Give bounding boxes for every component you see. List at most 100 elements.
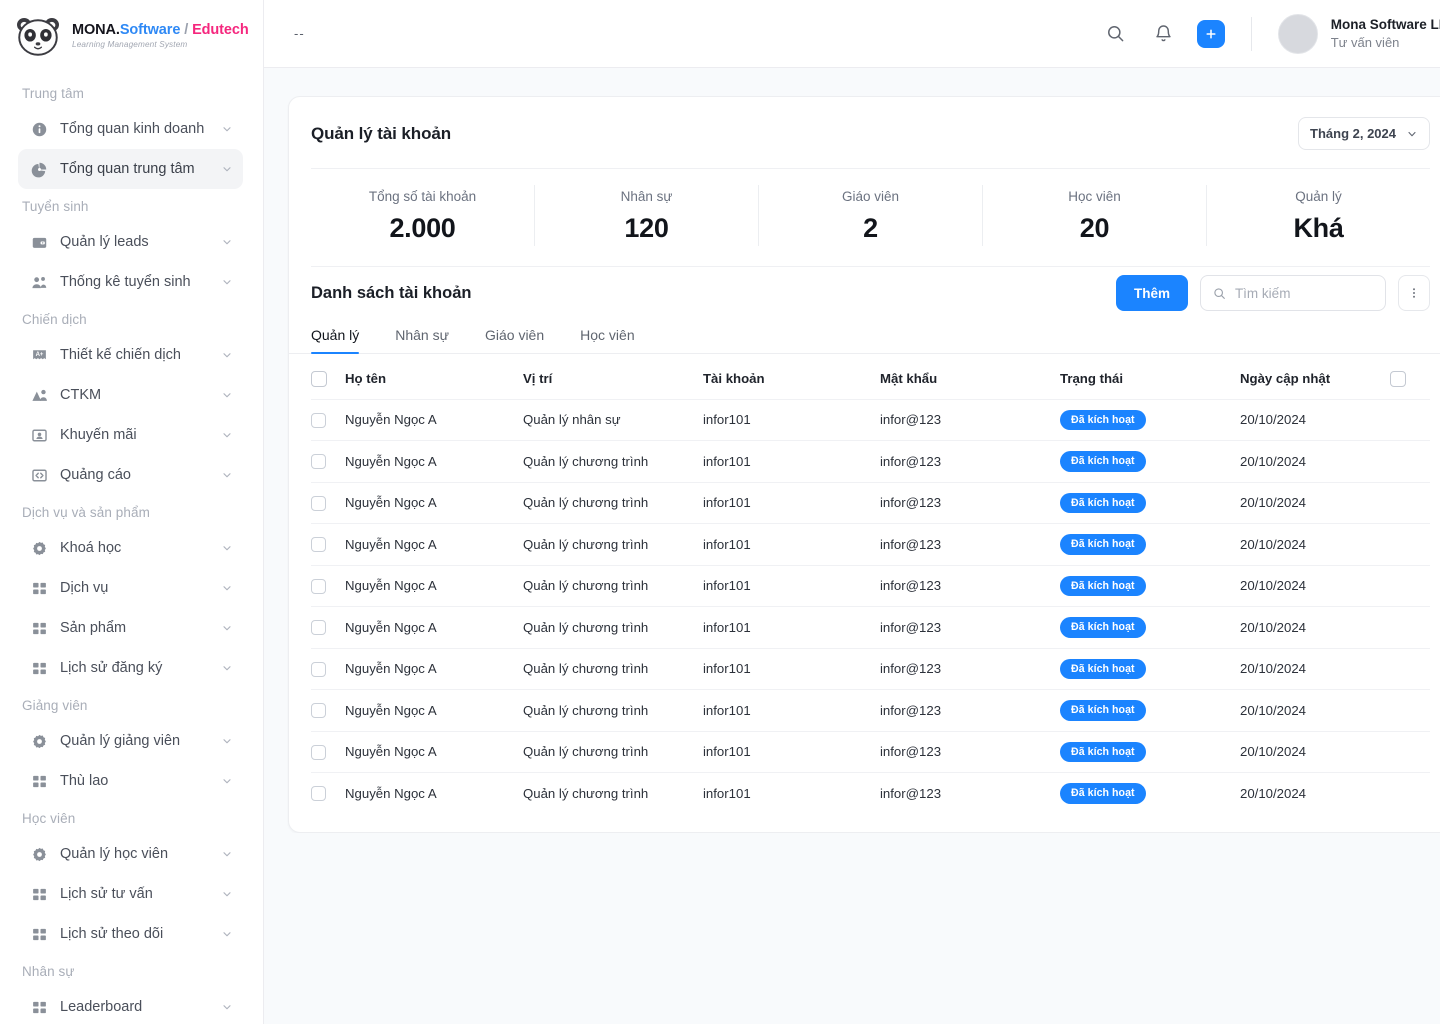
table-row[interactable]: Nguyễn Ngọc A Quản lý chương trình infor10…: [311, 772, 1430, 814]
table-row[interactable]: Nguyễn Ngọc A Quản lý chương trình infor10…: [311, 564, 1430, 607]
row-checkbox[interactable]: [311, 703, 326, 719]
row-checkbox[interactable]: [311, 537, 326, 553]
cell-row-end: [1390, 730, 1430, 773]
sidebar-item-ctkm[interactable]: CTKM: [18, 375, 243, 415]
sidebar-item-l-ch-s-theo-d-i[interactable]: Lịch sử theo dõi: [18, 914, 243, 954]
sidebar-item-l-ch-s-ng-k[interactable]: Lịch sử đăng ký: [18, 648, 243, 688]
notifications-button[interactable]: [1149, 19, 1179, 49]
grid-icon: [32, 888, 46, 900]
user-menu[interactable]: Mona Software LMS Tư vấn viên: [1276, 13, 1440, 54]
sidebar-item-t-ng-quan-trung-t-m[interactable]: Tổng quan trung tâm: [18, 149, 243, 189]
cell-row-end: [1390, 564, 1430, 607]
list-more-options-button[interactable]: [1398, 275, 1430, 311]
chevron-down-icon: [223, 852, 231, 857]
row-checkbox[interactable]: [311, 661, 326, 677]
sidebar-item-qu-ng-c-o[interactable]: Quảng cáo: [18, 455, 243, 495]
row-checkbox[interactable]: [311, 578, 326, 594]
sidebar-item-label: Lịch sử tư vấn: [60, 886, 153, 902]
cell-password: infor@123: [880, 730, 1060, 773]
stat-value: 120: [624, 213, 669, 243]
tab-h-c-vi-n[interactable]: Học viên: [580, 327, 634, 353]
bell-icon: [1156, 25, 1171, 42]
brand-mona: MONA.: [72, 21, 120, 38]
row-checkbox[interactable]: [311, 495, 326, 511]
cell-updated: 20/10/2024: [1240, 564, 1390, 607]
sidebar-item-label: Thù lao: [60, 773, 109, 789]
stat-card: Học viên 20: [983, 185, 1207, 246]
sidebar-group-title: Nhân sự: [22, 964, 75, 979]
cell-row-end: [1390, 772, 1430, 814]
row-checkbox[interactable]: [311, 786, 326, 802]
info-circle-icon: [30, 120, 48, 138]
topbar-divider: [1250, 16, 1252, 51]
megaphone-user-icon: [31, 389, 47, 401]
sidebar-item-qu-n-l-gi-ng-vi-n[interactable]: Quản lý giảng viên: [18, 721, 243, 761]
sidebar-group-title: Giảng viên: [22, 698, 88, 713]
table-row[interactable]: Nguyễn Ngọc A Quản lý chương trình infor10…: [311, 606, 1430, 649]
cell-account: infor101: [703, 647, 880, 690]
status-badge: Đã kích hoạt: [1060, 658, 1146, 680]
sidebar-item-qu-n-l-h-c-vi-n[interactable]: Quản lý học viên: [18, 834, 243, 874]
tab-nh-n-s[interactable]: Nhân sự: [395, 327, 449, 353]
tab-gi-o-vi-n[interactable]: Giáo viên: [485, 327, 544, 353]
add-account-button[interactable]: Thêm: [1115, 275, 1188, 311]
cell-row-end: [1390, 689, 1430, 732]
cell-updated: 20/10/2024: [1240, 481, 1390, 524]
search-input[interactable]: [1234, 285, 1373, 301]
app-root: MONA.Software / Edutech Learning Managem…: [0, 0, 1440, 1024]
select-all-checkbox[interactable]: [311, 370, 327, 387]
sidebar-item-t-ng-quan-kinh-doanh[interactable]: Tổng quan kinh doanh: [18, 109, 243, 149]
sidebar-item-label: Quản lý giảng viên: [60, 733, 181, 749]
sidebar-item-khuy-n-m-i[interactable]: Khuyến mãi: [18, 415, 243, 455]
table-row[interactable]: Nguyễn Ngọc A Quản lý chương trình infor10…: [311, 689, 1430, 732]
search-button[interactable]: [1101, 19, 1131, 49]
sidebar-item-label: Khoá học: [60, 540, 122, 556]
chevron-down-icon: [223, 393, 231, 398]
cell-account: infor101: [703, 689, 880, 732]
table-row[interactable]: Nguyễn Ngọc A Quản lý chương trình infor10…: [311, 481, 1430, 524]
search-field[interactable]: [1200, 275, 1386, 311]
sidebar-item-th-lao[interactable]: Thù lao: [18, 761, 243, 801]
sidebar-group-title: Trung tâm: [22, 86, 84, 101]
accounts-table: Họ tên Vị trí Tài khoản Mật khẩu Trạng thái N…: [311, 354, 1430, 814]
chevron-down-icon: [223, 353, 231, 358]
sidebar-item-l-ch-s-t-v-n[interactable]: Lịch sử tư vấn: [18, 874, 243, 914]
add-button[interactable]: [1196, 19, 1225, 48]
sidebar-item-qu-n-l-leads[interactable]: Quản lý leads: [18, 222, 243, 262]
stats-row: Tổng số tài khoản 2.000 Nhân sự 120 Giáo viê…: [311, 169, 1430, 266]
cell-account: infor101: [703, 730, 880, 773]
table-row[interactable]: Nguyễn Ngọc A Quản lý chương trình infor10…: [311, 730, 1430, 773]
sidebar-item-th-ng-k-tuy-n-sinh[interactable]: Thống kê tuyển sinh: [18, 262, 243, 302]
row-checkbox[interactable]: [311, 454, 326, 470]
table-row[interactable]: Nguyễn Ngọc A Quản lý chương trình infor10…: [311, 647, 1430, 690]
sidebar-item-label: Quản lý học viên: [60, 846, 169, 862]
row-select-cell: [311, 398, 345, 441]
row-checkbox[interactable]: [311, 412, 326, 428]
column-header: Vị trí: [523, 370, 553, 386]
select-all-end-checkbox[interactable]: [1390, 370, 1406, 387]
sidebar-item-s-n-ph-m[interactable]: Sản phẩm: [18, 608, 243, 648]
sidebar-item-thi-t-k-chi-n-d-ch[interactable]: A+ Thiết kế chiến dịch: [18, 335, 243, 375]
row-checkbox[interactable]: [311, 620, 326, 636]
grid-icon: [30, 772, 48, 790]
row-actions-header-cell: [1390, 354, 1430, 399]
cell-name: Nguyễn Ngọc A: [345, 730, 523, 773]
row-checkbox[interactable]: [311, 744, 326, 760]
month-filter-dropdown[interactable]: Tháng 2, 2024: [1298, 117, 1430, 150]
chevron-down-icon: [223, 433, 231, 438]
column-header: Họ tên: [345, 370, 387, 386]
gear-icon: [30, 732, 48, 750]
stat-label: Giáo viên: [841, 189, 900, 204]
sidebar-item-label: Quản lý leads: [60, 234, 149, 250]
table-row[interactable]: Nguyễn Ngọc A Quản lý nhân sự infor101 info…: [311, 398, 1430, 441]
brand-logo[interactable]: MONA.Software / Edutech Learning Managem…: [0, 0, 263, 68]
sidebar-item-leaderboard[interactable]: Leaderboard: [18, 987, 243, 1024]
table-row[interactable]: Nguyễn Ngọc A Quản lý chương trình infor10…: [311, 440, 1430, 483]
grid-icon: [32, 582, 46, 594]
sidebar-item-d-ch-v[interactable]: Dịch vụ: [18, 568, 243, 608]
table-row[interactable]: Nguyễn Ngọc A Quản lý chương trình infor10…: [311, 523, 1430, 566]
row-select-cell: [311, 606, 345, 649]
cell-updated: 20/10/2024: [1240, 689, 1390, 732]
sidebar-item-kho-h-c[interactable]: Khoá học: [18, 528, 243, 568]
tab-qu-n-l[interactable]: Quản lý: [311, 327, 360, 354]
